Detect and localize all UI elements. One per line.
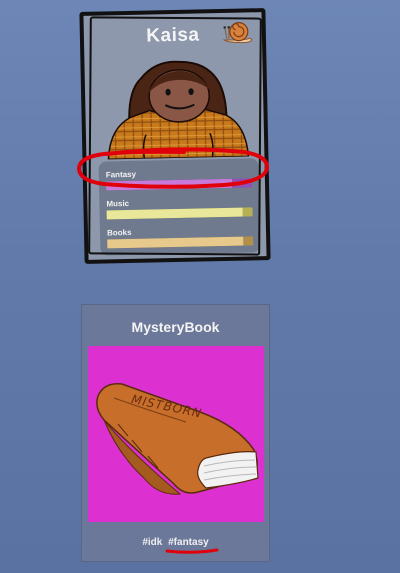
interest-label: Books: [106, 227, 132, 238]
interest-fill: [106, 207, 243, 220]
book-card[interactable]: MysteryBook MISTBORN #idk #fantasy: [81, 304, 270, 562]
tag-fantasy[interactable]: #fantasy: [165, 537, 219, 554]
snail-icon: [222, 22, 253, 44]
interest-music: Music: [106, 196, 253, 223]
book-cover: MISTBORN: [88, 346, 264, 522]
interest-label: Fantasy: [105, 169, 137, 180]
tag-list: #idk #fantasy: [82, 537, 269, 554]
interest-fill: [105, 178, 232, 191]
interest-bar: [107, 236, 254, 249]
tag-idk[interactable]: #idk: [142, 537, 162, 548]
book-icon: [96, 383, 259, 495]
interest-label: Music: [106, 198, 130, 209]
avatar: [107, 60, 250, 160]
interest-fill: [107, 236, 244, 249]
fantasy-tag-underline: [165, 548, 219, 554]
interest-bar: [105, 178, 253, 191]
profile-card[interactable]: Kaisa Fantasy Music Books: [79, 8, 271, 264]
interest-books: Books: [106, 225, 254, 252]
book-title: MysteryBook: [131, 319, 220, 335]
interest-panel: Fantasy Music Books: [98, 158, 261, 256]
interest-fantasy: Fantasy: [105, 167, 253, 194]
interest-bar: [106, 207, 253, 220]
